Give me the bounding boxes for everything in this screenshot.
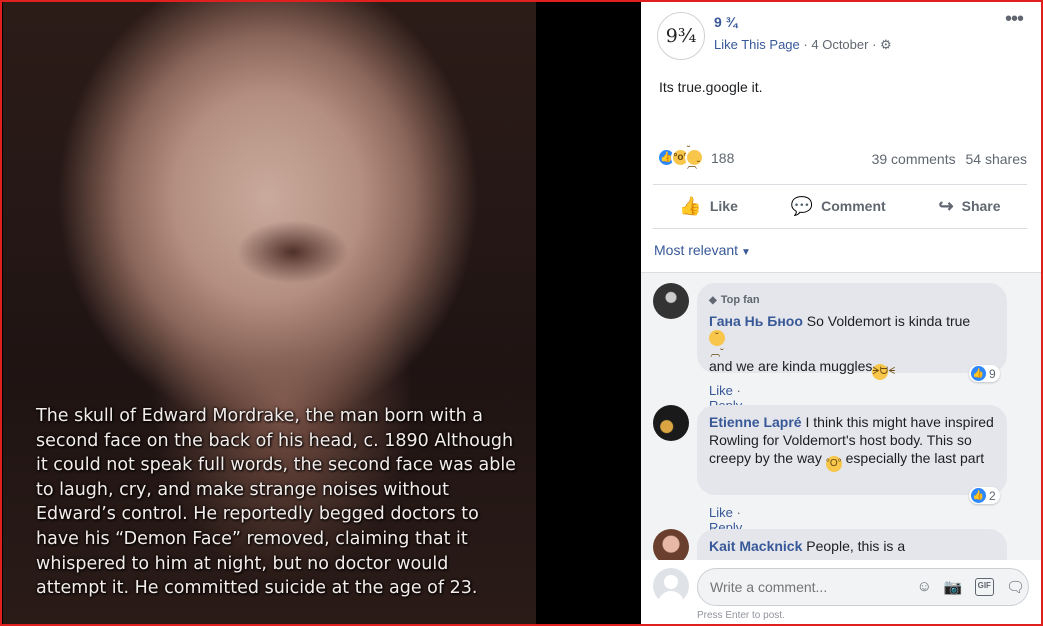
comment-author[interactable]: Kait Macknick <box>709 538 802 554</box>
avatar[interactable] <box>653 405 689 441</box>
sticker-icon[interactable]: 🗨 <box>1006 578 1025 596</box>
comment-composer: ☺ 📷 GIF 🗨 Press Enter to post. <box>641 560 1043 626</box>
reaction-count: 188 <box>711 149 735 166</box>
action-bar: 👍 Like 💬 Comment ↪ Share <box>653 185 1027 227</box>
photo-viewer: The skull of Edward Mordrake, the man bo… <box>0 0 641 626</box>
avatar-body <box>658 591 684 604</box>
meta-separator: · <box>872 37 877 52</box>
speech-bubble-icon: 💬 <box>790 195 814 216</box>
divider <box>653 228 1027 229</box>
shares-count[interactable]: 54 shares <box>966 151 1027 167</box>
comments-count[interactable]: 39 comments <box>872 151 956 167</box>
meta-separator: · <box>736 505 741 520</box>
comment-bubble: ◆ Top fan Гана Нь Бноо So Voldemort is ki… <box>697 283 1007 380</box>
comment-bubble: Etienne Lapré I think this might have in… <box>697 405 1007 495</box>
comment-text: People, this is a <box>806 538 906 554</box>
avatar[interactable] <box>653 283 689 319</box>
comment-sort-dropdown[interactable]: Most relevant ▼ <box>654 242 751 258</box>
like-page-link[interactable]: Like This Page <box>714 37 800 52</box>
comment-like-link[interactable]: Like <box>709 505 733 520</box>
comment-reaction-count[interactable]: 👍 9 <box>969 365 1000 382</box>
badge-label: Top fan <box>720 294 760 306</box>
comment-like-link[interactable]: Like <box>709 383 733 398</box>
avatar[interactable] <box>653 529 689 560</box>
meta-separator: · <box>803 37 808 52</box>
like-button-label: Like <box>709 198 738 214</box>
like-reaction-icon: 👍 <box>971 488 986 503</box>
caret-down-icon: ▼ <box>741 247 751 258</box>
comment-text: So Voldemort is kinda true <box>806 313 971 329</box>
gem-icon: ◆ <box>709 295 717 306</box>
comment-author[interactable]: Etienne Lapré <box>709 414 802 430</box>
comment-text: especially the last part <box>845 450 985 466</box>
scared-face-emoji-icon: °O° <box>825 456 842 472</box>
page-avatar[interactable]: 9¾ <box>657 12 705 60</box>
top-fan-badge: ◆ Top fan <box>709 291 995 310</box>
post-text: Its true.google it. <box>659 79 763 95</box>
share-button-label: Share <box>961 198 1001 214</box>
post-date[interactable]: 4 October <box>811 37 868 52</box>
press-enter-hint: Press Enter to post. <box>697 610 785 621</box>
laughing-emoji-icon: ᗒᗨᗕ <box>872 364 895 380</box>
share-arrow-icon: ↪ <box>938 195 954 216</box>
sad-reaction-icon: ˘︹˘ <box>685 145 704 171</box>
comment-reactions-count: 2 <box>989 488 996 503</box>
comment-button-label: Comment <box>821 198 886 214</box>
composer-tools: ☺ 📷 GIF 🗨 <box>905 578 1025 596</box>
reactions-summary[interactable]: 👍 °o° ˘︹˘ 188 <box>657 145 735 171</box>
avatar-head <box>664 575 678 589</box>
comment-reaction-count[interactable]: 👍 2 <box>969 487 1000 504</box>
meta-separator: · <box>736 383 741 398</box>
comments-list[interactable]: ◆ Top fan Гана Нь Бноо So Voldemort is ki… <box>641 272 1043 560</box>
sort-label: Most relevant <box>654 242 739 258</box>
post-meta: Like This Page · 4 October · ⚙ <box>714 37 892 53</box>
share-button[interactable]: ↪ Share <box>939 196 1001 217</box>
page-name[interactable]: 9 ¾ <box>714 14 737 30</box>
comment-text: and we are kinda muggles <box>709 358 873 374</box>
sad-face-emoji-icon: ˘︹˘ <box>709 330 725 359</box>
emoji-icon[interactable]: ☺ <box>917 578 932 596</box>
like-button[interactable]: 👍 Like <box>679 196 737 217</box>
post-panel: 9¾ 9 ¾ Like This Page · 4 October · ⚙ ••… <box>641 0 1043 626</box>
comment-reactions-count: 9 <box>989 366 996 381</box>
current-user-avatar[interactable] <box>653 568 689 604</box>
thumbs-up-icon: 👍 <box>679 195 702 216</box>
camera-icon[interactable]: 📷 <box>944 578 963 596</box>
gear-icon[interactable]: ⚙ <box>880 37 892 53</box>
comment-button[interactable]: 💬 Comment <box>791 196 886 217</box>
more-options-icon[interactable]: ••• <box>1005 8 1024 31</box>
comment-author[interactable]: Гана Нь Бноо <box>709 313 803 329</box>
page-avatar-logo: 9¾ <box>665 25 697 47</box>
photo-caption-text: The skull of Edward Mordrake, the man bo… <box>36 406 516 599</box>
engagement-counts: 39 comments 54 shares <box>866 151 1027 167</box>
like-reaction-icon: 👍 <box>971 366 986 381</box>
comment-bubble: Kait Macknick People, this is a <box>697 529 1007 560</box>
post-photo[interactable]: The skull of Edward Mordrake, the man bo… <box>3 2 536 624</box>
gif-icon[interactable]: GIF <box>974 578 994 596</box>
